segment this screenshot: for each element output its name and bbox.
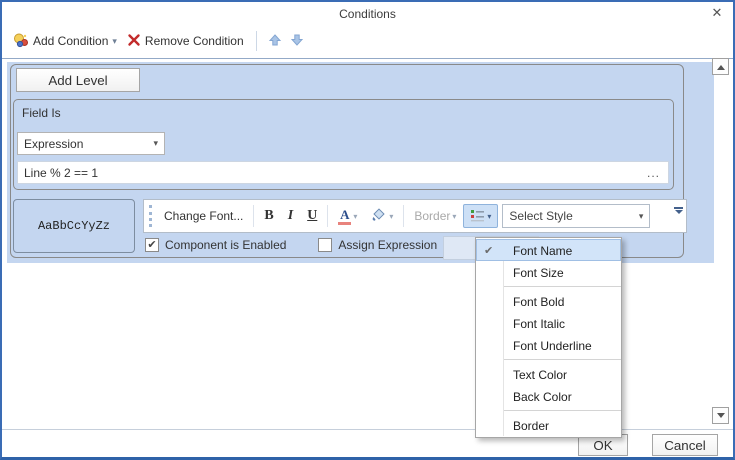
add-level-button[interactable]: Add Level xyxy=(16,68,140,92)
arrow-up-icon xyxy=(268,33,282,50)
menu-item-font-italic[interactable]: Font Italic xyxy=(476,312,621,334)
cancel-button[interactable]: Cancel xyxy=(652,434,718,456)
select-style-value: Select Style xyxy=(509,209,638,223)
toolbar-overflow-button[interactable] xyxy=(674,207,683,218)
text-color-icon: A xyxy=(338,208,351,225)
border-button-label: Border xyxy=(414,209,450,223)
add-condition-button[interactable]: Add Condition ▾ xyxy=(8,29,122,54)
chevron-down-icon: ▾ xyxy=(353,212,357,221)
chevron-down-icon: ▾ xyxy=(487,212,491,221)
remove-condition-button[interactable]: Remove Condition xyxy=(122,30,249,53)
move-down-button[interactable] xyxy=(286,31,308,52)
move-up-button[interactable] xyxy=(264,31,286,52)
close-icon: ✕ xyxy=(712,5,723,20)
expression-input[interactable]: Line % 2 == 1 ... xyxy=(17,161,669,184)
select-style-select[interactable]: Select Style ▾ xyxy=(502,204,650,228)
chevron-down-icon: ▾ xyxy=(112,37,117,46)
dialog-title: Conditions xyxy=(339,7,396,21)
format-separator xyxy=(253,205,254,227)
overflow-icon xyxy=(674,207,683,209)
arrow-down-icon xyxy=(290,33,304,50)
underline-button[interactable]: U xyxy=(300,204,324,228)
menu-item-back-color[interactable]: Back Color xyxy=(476,385,621,407)
menu-item-border[interactable]: Border xyxy=(476,414,621,436)
chevron-down-icon: ▾ xyxy=(639,211,644,222)
text-color-button[interactable]: A ▾ xyxy=(331,204,364,228)
format-separator xyxy=(327,205,328,227)
toolbar-grip xyxy=(149,205,152,227)
menu-item-font-bold[interactable]: Font Bold xyxy=(476,290,621,312)
footer-bar: OK Cancel xyxy=(2,429,733,457)
condition-type-value: Expression xyxy=(24,137,153,151)
component-enabled-label: Component is Enabled xyxy=(165,238,286,252)
content-area: Add Level Field Is Expression ▾ Line % 2… xyxy=(2,58,733,431)
menu-separator xyxy=(504,286,621,287)
chevron-down-icon: ▾ xyxy=(153,138,158,149)
scroll-down-button[interactable] xyxy=(712,407,729,424)
close-button[interactable]: ✕ xyxy=(709,5,725,21)
style-preview-box: AaBbCcYyZz xyxy=(13,199,135,253)
assign-expression-label: Assign Expression xyxy=(338,238,437,252)
main-toolbar: Add Condition ▾ Remove Condition xyxy=(2,26,733,56)
remove-condition-icon xyxy=(127,33,141,50)
menu-item-font-size[interactable]: Font Size xyxy=(476,261,621,283)
checkmark-icon: ✔ xyxy=(484,240,493,262)
style-components-menu: ✔ Font Name Font Size Font Bold Font Ita… xyxy=(475,237,622,438)
scroll-up-button[interactable] xyxy=(712,58,729,75)
field-is-label: Field Is xyxy=(22,106,61,120)
expression-value: Line % 2 == 1 xyxy=(24,166,645,180)
chevron-down-icon: ▾ xyxy=(389,212,393,221)
menu-separator xyxy=(504,359,621,360)
conditions-panel: Add Level Field Is Expression ▾ Line % 2… xyxy=(7,62,714,263)
menu-item-font-underline[interactable]: Font Underline xyxy=(476,334,621,356)
border-button: Border ▾ xyxy=(407,204,463,228)
add-condition-label: Add Condition xyxy=(33,34,108,48)
style-preview-text: AaBbCcYyZz xyxy=(38,219,110,233)
toolbar-separator xyxy=(256,31,257,51)
checkbox-row: ✔ Component is Enabled Assign Expression xyxy=(145,238,437,252)
condition-type-select[interactable]: Expression ▾ xyxy=(17,132,165,155)
component-enabled-checkbox[interactable]: ✔ Component is Enabled xyxy=(145,238,286,252)
menu-item-font-name[interactable]: ✔ Font Name xyxy=(476,239,621,261)
bold-button[interactable]: B xyxy=(257,204,280,228)
menu-separator xyxy=(504,410,621,411)
style-components-icon xyxy=(470,208,485,225)
style-components-button[interactable]: ▾ xyxy=(463,204,498,228)
checkbox-unchecked-icon xyxy=(318,238,332,252)
format-separator xyxy=(403,205,404,227)
field-is-group: Field Is Expression ▾ Line % 2 == 1 ... xyxy=(13,99,674,190)
fill-color-icon xyxy=(371,207,387,225)
chevron-down-icon: ▾ xyxy=(452,212,456,221)
format-toolbar: Change Font... B I U A ▾ xyxy=(143,199,687,233)
fill-color-button[interactable]: ▾ xyxy=(364,204,400,228)
assign-expression-checkbox[interactable]: Assign Expression xyxy=(318,238,437,252)
add-condition-icon xyxy=(13,32,29,51)
title-bar: Conditions ✕ xyxy=(2,2,733,26)
triangle-down-icon xyxy=(717,413,725,422)
checkbox-checked-icon: ✔ xyxy=(145,238,159,252)
menu-item-text-color[interactable]: Text Color xyxy=(476,363,621,385)
triangle-up-icon xyxy=(717,61,725,70)
italic-button[interactable]: I xyxy=(281,204,300,228)
remove-condition-label: Remove Condition xyxy=(145,34,244,48)
expression-more-button[interactable]: ... xyxy=(645,166,662,180)
conditions-dialog: Conditions ✕ Add Condition ▾ xyxy=(0,0,735,460)
change-font-button[interactable]: Change Font... xyxy=(157,204,250,228)
